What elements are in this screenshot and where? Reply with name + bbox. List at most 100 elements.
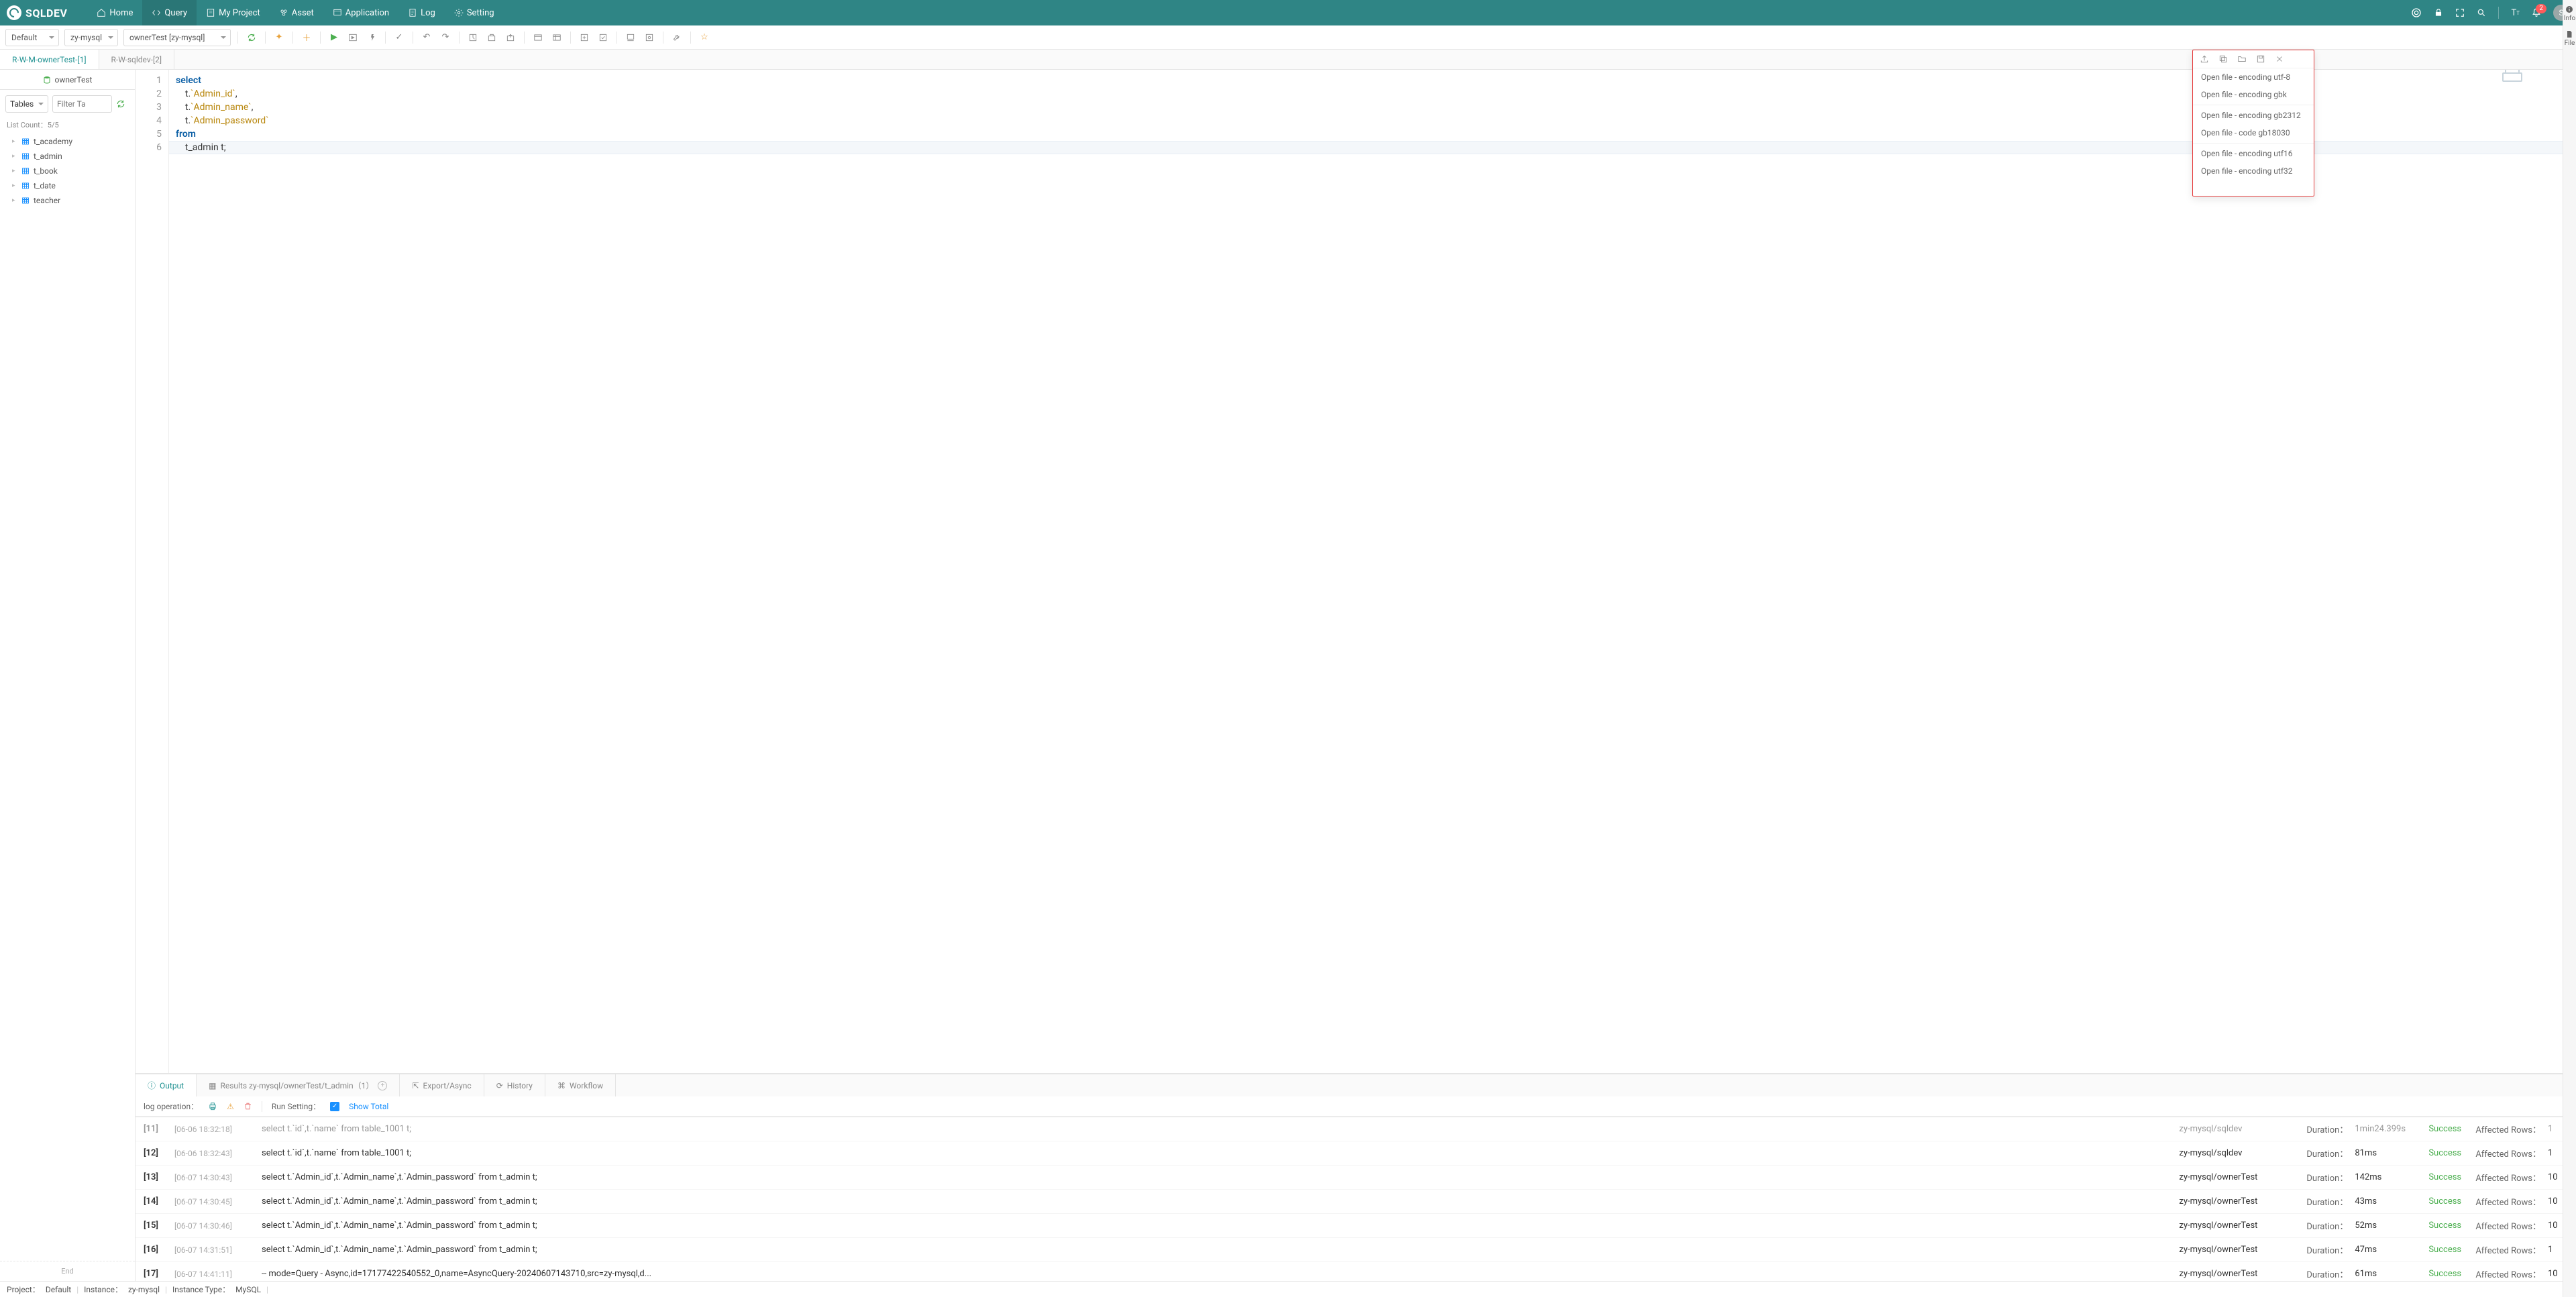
font-size-icon[interactable]: TT: [2511, 8, 2520, 18]
tool-4-icon[interactable]: [531, 31, 545, 44]
output-tab[interactable]: ⟳History: [484, 1074, 545, 1096]
toolbar: Default zy-mysql ownerTest [zy-mysql] ✦ …: [0, 25, 2576, 50]
open-file-option[interactable]: Open file - encoding utf32: [2193, 162, 2314, 180]
run-icon[interactable]: ▶: [327, 31, 341, 44]
fullscreen-icon[interactable]: [2455, 8, 2465, 17]
table-item[interactable]: ▸teacher: [0, 193, 135, 208]
lock-icon[interactable]: [2434, 8, 2443, 17]
rail-info[interactable]: Info: [2564, 5, 2575, 22]
output-tab[interactable]: ▦Results zy-mysql/ownerTest/t_admin（1）+: [197, 1074, 400, 1096]
tool-2-icon[interactable]: [485, 31, 498, 44]
query-tab[interactable]: R-W-M-ownerTest-[1]: [0, 50, 99, 69]
undo-icon[interactable]: ↶: [420, 31, 433, 44]
query-tabs: R-W-M-ownerTest-[1]R-W-sqldev-[2]: [0, 50, 2576, 70]
list-count: List Count：5/5: [0, 118, 135, 134]
tool-6-icon[interactable]: [578, 31, 591, 44]
open-file-option[interactable]: Open file - code gb18030: [2193, 124, 2314, 142]
instance-select[interactable]: zy-mysql: [64, 29, 118, 46]
output-tab[interactable]: ⌘Workflow: [545, 1074, 616, 1096]
database-icon: [43, 76, 51, 84]
sql-editor[interactable]: 123456 select t.`Admin_id`, t.`Admin_nam…: [136, 70, 2576, 1073]
output-row[interactable]: [14][06-07 14:30:45]select t.`Admin_id`,…: [136, 1190, 2576, 1214]
warning-icon[interactable]: ⚠: [227, 1102, 234, 1111]
bell-icon[interactable]: 2: [2532, 8, 2541, 17]
check-icon[interactable]: ✓: [392, 31, 406, 44]
ai-icon[interactable]: [2411, 7, 2422, 18]
query-tab[interactable]: R-W-sqldev-[2]: [99, 50, 175, 69]
run-setting-label: Run Setting：: [272, 1101, 321, 1112]
output-row[interactable]: [11][06-06 18:32:18]select t.`id`,t.`nam…: [136, 1117, 2576, 1141]
redo-icon[interactable]: ↷: [439, 31, 452, 44]
search-icon[interactable]: [2477, 8, 2486, 17]
table-item[interactable]: ▸t_admin: [0, 149, 135, 164]
trash-icon[interactable]: [244, 1102, 252, 1111]
table-item[interactable]: ▸t_academy: [0, 134, 135, 149]
output-log[interactable]: [11][06-06 18:32:18]select t.`id`,t.`nam…: [136, 1117, 2576, 1281]
tool-1-icon[interactable]: [466, 31, 480, 44]
run-selection-icon[interactable]: [346, 31, 360, 44]
minimap-icon: [2502, 72, 2522, 82]
nav-setting[interactable]: Setting: [445, 0, 504, 25]
wrench-icon[interactable]: [670, 31, 684, 44]
output-tabs: ⓘOutput▦Results zy-mysql/ownerTest/t_adm…: [136, 1074, 2576, 1096]
dd-folder-icon[interactable]: [2237, 54, 2247, 64]
print-icon[interactable]: [208, 1102, 217, 1111]
status-bar: Project：Default | Instance：zy-mysql | In…: [0, 1281, 2576, 1297]
logo-icon: [7, 5, 21, 20]
output-ops: log operation： ⚠ Run Setting： ✓ Show Tot…: [136, 1096, 2576, 1117]
output-tab[interactable]: ⓘOutput: [136, 1074, 197, 1096]
output-tab[interactable]: ⇱Export/Async: [400, 1074, 484, 1096]
tool-7-icon[interactable]: [596, 31, 610, 44]
open-file-option[interactable]: Open file - encoding utf-8: [2193, 68, 2314, 86]
output-row[interactable]: [12][06-06 18:32:43]select t.`id`,t.`nam…: [136, 1141, 2576, 1166]
show-total-label[interactable]: Show Total: [349, 1102, 388, 1111]
show-total-checkbox[interactable]: ✓: [330, 1102, 339, 1111]
connection-select[interactable]: ownerTest [zy-mysql]: [123, 29, 231, 46]
sidebar-filter[interactable]: [52, 95, 112, 113]
right-rail: Info File: [2563, 0, 2576, 1297]
top-nav: SQLDEV HomeQueryMy ProjectAssetApplicati…: [0, 0, 2576, 25]
explain-icon[interactable]: [365, 31, 378, 44]
log-operation-label: log operation：: [144, 1101, 199, 1112]
output-row[interactable]: [17][06-07 14:41:11]-- mode=Query - Asyn…: [136, 1262, 2576, 1281]
object-type-select[interactable]: Tables: [5, 95, 48, 113]
sidebar-refresh-icon[interactable]: [116, 99, 129, 109]
nav-query[interactable]: Query: [142, 0, 197, 25]
tool-5-icon[interactable]: [550, 31, 564, 44]
project-select[interactable]: Default: [5, 29, 59, 46]
output-row[interactable]: [16][06-07 14:31:51]select t.`Admin_id`,…: [136, 1238, 2576, 1262]
open-file-dropdown: Open file - encoding utf-8Open file - en…: [2192, 50, 2314, 196]
tool-3-icon[interactable]: [504, 31, 517, 44]
tool-8-icon[interactable]: [624, 31, 637, 44]
editor-code[interactable]: select t.`Admin_id`, t.`Admin_name`, t.`…: [169, 70, 2576, 1073]
table-item[interactable]: ▸t_date: [0, 178, 135, 193]
nav-asset[interactable]: Asset: [270, 0, 323, 25]
output-row[interactable]: [15][06-07 14:30:46]select t.`Admin_id`,…: [136, 1214, 2576, 1238]
star-icon[interactable]: ☆: [698, 31, 711, 44]
rail-file[interactable]: File: [2565, 30, 2575, 47]
open-file-option[interactable]: Open file - encoding gb2312: [2193, 107, 2314, 124]
dd-upload-icon[interactable]: [2200, 54, 2209, 64]
table-item[interactable]: ▸t_book: [0, 164, 135, 178]
open-file-option[interactable]: Open file - encoding utf16: [2193, 145, 2314, 162]
sidebar-db-header: ownerTest: [0, 70, 135, 90]
editor-gutter: 123456: [136, 70, 169, 1073]
output-row[interactable]: [13][06-07 14:30:43]select t.`Admin_id`,…: [136, 1166, 2576, 1190]
dd-tools-icon[interactable]: [2275, 54, 2284, 64]
dd-copy-icon[interactable]: [2218, 54, 2228, 64]
plus-icon[interactable]: ＋: [300, 31, 313, 44]
open-file-option[interactable]: Open file - encoding gbk: [2193, 86, 2314, 103]
nav-log[interactable]: Log: [398, 0, 445, 25]
nav-application[interactable]: Application: [323, 0, 398, 25]
nav-home[interactable]: Home: [87, 0, 142, 25]
nav-my-project[interactable]: My Project: [197, 0, 270, 25]
add-icon[interactable]: ✦: [272, 31, 286, 44]
app-logo: SQLDEV: [7, 5, 67, 20]
tool-9-icon[interactable]: [643, 31, 656, 44]
dd-save-icon[interactable]: [2256, 54, 2265, 64]
refresh-icon[interactable]: [245, 31, 258, 44]
sidebar-db-name: ownerTest: [55, 75, 93, 84]
logo-text: SQLDEV: [25, 7, 67, 19]
bell-badge: 2: [2536, 4, 2546, 13]
sidebar: ownerTest Tables List Count：5/5 ▸t_acade…: [0, 70, 136, 1281]
